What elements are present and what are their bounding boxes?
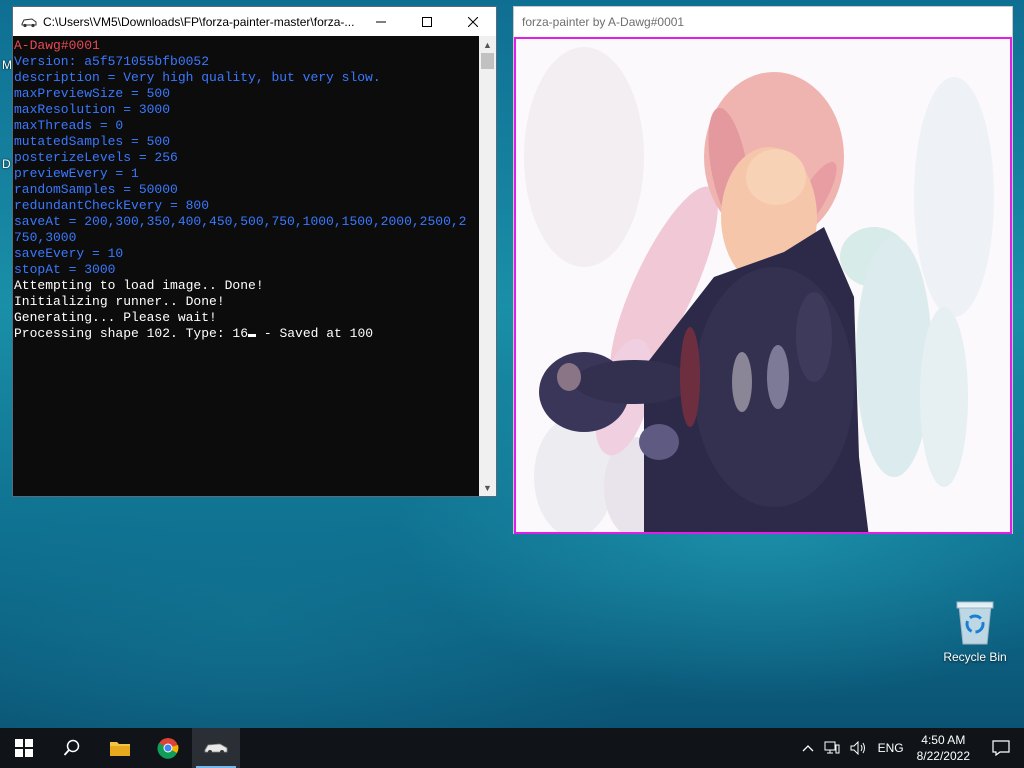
close-button[interactable]: [450, 7, 496, 36]
console-line: maxThreads = 0: [14, 118, 124, 133]
desktop-icon-fragment[interactable]: M: [2, 58, 12, 72]
console-line: Initializing runner.. Done!: [14, 294, 225, 309]
console-scrollbar[interactable]: ▲ ▼: [479, 36, 496, 496]
console-line: mutatedSamples = 500: [14, 134, 171, 149]
painter-title: forza-painter by A-Dawg#0001: [522, 14, 685, 29]
chrome-button[interactable]: [144, 728, 192, 768]
folder-icon: [110, 742, 130, 756]
painter-window: forza-painter by A-Dawg#0001: [513, 6, 1013, 534]
console-line: A-Dawg#0001: [14, 38, 100, 53]
console-line: previewEvery = 1: [14, 166, 139, 181]
file-explorer-button[interactable]: [96, 728, 144, 768]
show-hidden-icons-icon[interactable]: [797, 744, 819, 752]
forza-painter-taskbar-button[interactable]: [192, 728, 240, 768]
save-status: - Saved at 100: [256, 326, 374, 341]
console-titlebar[interactable]: C:\Users\VM5\Downloads\FP\forza-painter-…: [13, 7, 496, 36]
painting-preview: [514, 37, 1012, 534]
console-line: Generating... Please wait!: [14, 310, 217, 325]
console-line: 750,3000: [14, 230, 77, 245]
console-processing-line: Processing shape 102. Type: 16 - Saved a…: [14, 326, 479, 342]
language-indicator[interactable]: ENG: [873, 741, 909, 755]
console-line: description = Very high quality, but ver…: [14, 70, 381, 85]
console-line: maxPreviewSize = 500: [14, 86, 171, 101]
minimize-button[interactable]: [358, 7, 404, 36]
search-button[interactable]: [48, 728, 96, 768]
taskbar: ENG 4:50 AM 8/22/2022: [0, 728, 1024, 768]
console-window: C:\Users\VM5\Downloads\FP\forza-painter-…: [12, 6, 497, 497]
console-line: saveAt = 200,300,350,400,450,500,750,100…: [14, 214, 467, 229]
console-line: Attempting to load image.. Done!: [14, 278, 264, 293]
car-icon: [204, 743, 228, 754]
windows-logo-icon: [15, 739, 33, 757]
painter-titlebar[interactable]: forza-painter by A-Dawg#0001: [514, 7, 1012, 36]
console-line: stopAt = 3000: [14, 262, 116, 277]
clock[interactable]: 4:50 AM 8/22/2022: [909, 732, 978, 764]
console-line: randomSamples = 50000: [14, 182, 178, 197]
car-app-icon: [21, 14, 37, 30]
maximize-button[interactable]: [404, 7, 450, 36]
console-output[interactable]: A-Dawg#0001 Version: a5f571055bfb0052 desc…: [13, 36, 479, 496]
console-line: saveEvery = 10: [14, 246, 124, 261]
console-title: C:\Users\VM5\Downloads\FP\forza-painter-…: [43, 14, 355, 29]
network-icon[interactable]: [819, 741, 845, 755]
console-line: Version: a5f571055bfb0052: [14, 54, 210, 69]
clock-time: 4:50 AM: [921, 733, 966, 747]
volume-icon[interactable]: [845, 741, 873, 755]
scroll-up-icon[interactable]: ▲: [479, 36, 496, 53]
clock-date: 8/22/2022: [916, 749, 970, 763]
recycle-bin-shortcut[interactable]: Recycle Bin: [942, 600, 1008, 664]
system-tray: ENG 4:50 AM 8/22/2022: [797, 728, 1024, 768]
notifications-icon[interactable]: [978, 740, 1024, 756]
recycle-bin-icon: [942, 600, 1008, 646]
chrome-icon: [157, 738, 179, 759]
text-cursor: [248, 334, 257, 337]
scroll-down-icon[interactable]: ▼: [479, 479, 496, 496]
recycle-bin-label: Recycle Bin: [943, 650, 1007, 664]
processing-status: Processing shape 102. Type: 16: [14, 326, 249, 341]
desktop-icon-fragment[interactable]: D: [2, 157, 11, 171]
console-line: maxResolution = 3000: [14, 102, 171, 117]
scrollbar-thumb[interactable]: [481, 53, 494, 69]
search-icon: [63, 739, 80, 756]
console-line: posterizeLevels = 256: [14, 150, 178, 165]
console-line: redundantCheckEvery = 800: [14, 198, 210, 213]
start-button[interactable]: [0, 728, 48, 768]
